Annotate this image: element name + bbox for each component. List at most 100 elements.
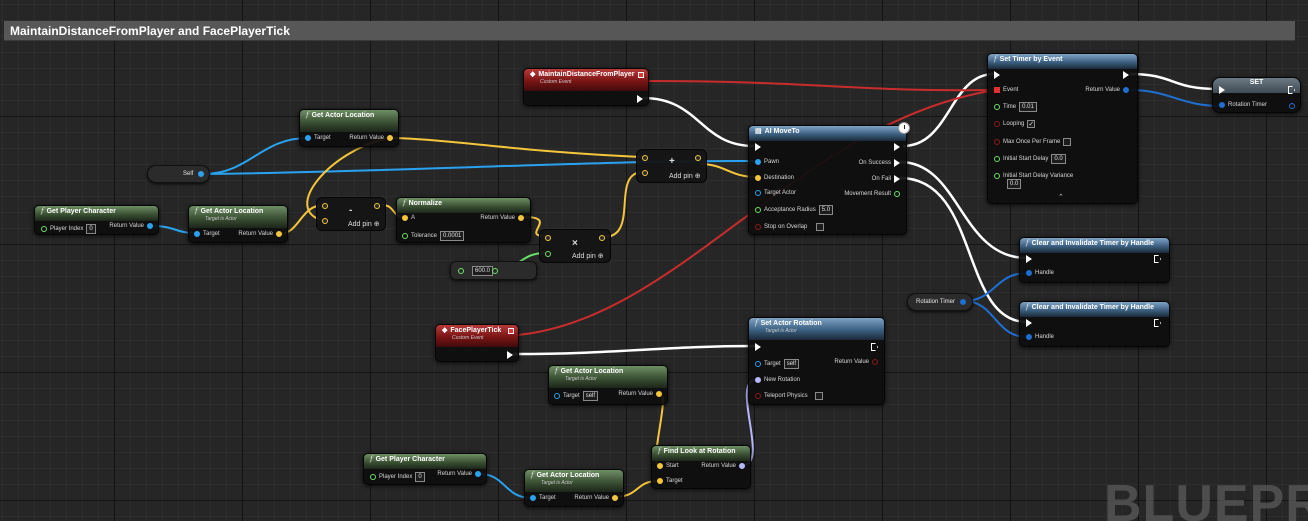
output-pin[interactable] bbox=[695, 155, 701, 161]
handle-pin[interactable] bbox=[1026, 270, 1032, 276]
delegate-pin[interactable] bbox=[508, 328, 514, 334]
float-literal-node[interactable]: 600.0 bbox=[450, 261, 537, 280]
target-actor-pin[interactable] bbox=[755, 190, 761, 196]
a-pin[interactable] bbox=[402, 215, 408, 221]
rotation-timer-variable-node[interactable]: Rotation Timer bbox=[907, 293, 973, 311]
teleport-physics-checkbox[interactable] bbox=[814, 392, 823, 400]
get-player-character-node[interactable]: f Get Player Character Player Index 0 Retu… bbox=[34, 205, 159, 235]
rotation-timer-output-pin[interactable] bbox=[960, 299, 966, 305]
acceptance-radius-field[interactable]: 5.0 bbox=[818, 205, 834, 215]
tolerance-pin[interactable] bbox=[402, 233, 408, 239]
self-output-pin[interactable] bbox=[198, 171, 204, 177]
initial-variance-pin[interactable] bbox=[994, 173, 1000, 179]
return-value-pin[interactable] bbox=[1123, 87, 1129, 93]
target-pin[interactable] bbox=[755, 361, 761, 367]
return-value-pin[interactable] bbox=[276, 231, 282, 237]
return-value-pin[interactable] bbox=[475, 471, 481, 477]
looping-checkbox[interactable]: ✓ bbox=[1027, 120, 1036, 128]
target-pin[interactable] bbox=[657, 478, 663, 484]
player-index-pin[interactable] bbox=[41, 226, 47, 232]
get-actor-location-node[interactable]: f Get Actor Location Target is Actor Targe… bbox=[524, 469, 624, 507]
normalize-node[interactable]: f Normalize A Tolerance 0.0001 Return Valu… bbox=[396, 197, 531, 243]
self-node[interactable]: Self bbox=[147, 165, 210, 183]
exec-input-pin[interactable] bbox=[994, 71, 1000, 79]
clear-invalidate-timer-node[interactable]: f Clear and Invalidate Timer by Handle Ha… bbox=[1019, 237, 1170, 283]
stop-on-overlap-pin[interactable] bbox=[755, 224, 761, 230]
target-pin[interactable] bbox=[194, 231, 200, 237]
comment-box-header[interactable]: MaintainDistanceFromPlayer and FacePlaye… bbox=[4, 21, 1295, 41]
return-value-pin[interactable] bbox=[518, 215, 524, 221]
input-a-pin[interactable] bbox=[545, 235, 551, 241]
exec-output-pin[interactable] bbox=[894, 143, 900, 151]
time-pin[interactable] bbox=[994, 104, 1000, 110]
custom-event-faceplayer-node[interactable]: ◆ FacePlayerTick Custom Event bbox=[435, 324, 519, 362]
input-b-pin[interactable] bbox=[322, 218, 328, 224]
return-value-pin[interactable] bbox=[656, 391, 662, 397]
player-index-pin[interactable] bbox=[370, 474, 376, 480]
target-pin[interactable] bbox=[530, 495, 536, 501]
set-actor-rotation-node[interactable]: f Set Actor Rotation Target is Actor Targe… bbox=[748, 317, 885, 405]
get-actor-location-node[interactable]: f Get Actor Location Target is Actor Targe… bbox=[188, 205, 288, 243]
input-b-pin[interactable] bbox=[642, 170, 648, 176]
exec-output-pin[interactable] bbox=[871, 343, 878, 351]
output-pin[interactable] bbox=[374, 203, 380, 209]
player-index-field[interactable]: 0 bbox=[86, 224, 96, 234]
float-value-field[interactable]: 600.0 bbox=[472, 266, 494, 276]
max-once-checkbox[interactable] bbox=[1063, 138, 1072, 146]
exec-input-pin[interactable] bbox=[1219, 86, 1225, 94]
acceptance-radius-pin[interactable] bbox=[755, 207, 761, 213]
multiply-node[interactable]: × Add pin ⊕ bbox=[539, 229, 611, 263]
custom-event-maintain-node[interactable]: ◆ MaintainDistanceFromPlayer Custom Event bbox=[523, 68, 649, 106]
teleport-physics-pin[interactable] bbox=[755, 393, 761, 399]
pawn-pin[interactable] bbox=[755, 159, 761, 165]
handle-pin[interactable] bbox=[1026, 334, 1032, 340]
player-index-field[interactable]: 0 bbox=[415, 472, 425, 482]
get-player-character-node[interactable]: f Get Player Character Player Index 0 Retu… bbox=[363, 453, 487, 485]
return-value-pin[interactable] bbox=[872, 359, 878, 365]
find-look-at-rotation-node[interactable]: f Find Look at Rotation Start Target Retu… bbox=[651, 445, 751, 489]
return-value-pin[interactable] bbox=[739, 463, 745, 469]
destination-pin[interactable] bbox=[755, 175, 761, 181]
exec-input-pin[interactable] bbox=[1026, 319, 1032, 327]
exec-output-pin[interactable] bbox=[507, 351, 513, 359]
set-variable-node[interactable]: SET Rotation Timer bbox=[1212, 77, 1301, 113]
ai-moveto-node[interactable]: ▤ AI MoveTo Pawn Destination Target Actor… bbox=[748, 122, 910, 235]
get-actor-location-node[interactable]: f Get Actor Location Target is Actor Targe… bbox=[548, 365, 668, 405]
input-a-pin[interactable] bbox=[322, 203, 328, 209]
set-timer-by-event-node[interactable]: f Set Timer by Event Event Time 0.01 Loopi… bbox=[987, 53, 1138, 204]
return-value-pin[interactable] bbox=[387, 135, 393, 141]
output-pin[interactable] bbox=[599, 235, 605, 241]
event-delegate-pin[interactable] bbox=[994, 87, 1000, 93]
return-value-pin[interactable] bbox=[612, 495, 618, 501]
looping-pin[interactable] bbox=[994, 121, 1000, 127]
initial-start-delay-pin[interactable] bbox=[994, 156, 1000, 162]
float-output-pin[interactable] bbox=[492, 268, 498, 274]
exec-output-pin[interactable] bbox=[637, 95, 643, 103]
add-pin-button[interactable]: Add pin ⊕ bbox=[669, 172, 701, 180]
max-once-pin[interactable] bbox=[994, 139, 1000, 145]
initial-variance-field[interactable]: 0.0 bbox=[1007, 179, 1022, 189]
time-field[interactable]: 0.01 bbox=[1019, 102, 1037, 112]
add-pin-button[interactable]: Add pin ⊕ bbox=[348, 220, 380, 228]
return-value-pin[interactable] bbox=[147, 223, 153, 229]
tolerance-field[interactable]: 0.0001 bbox=[440, 231, 465, 241]
collapse-arrow-icon[interactable]: ⌃ bbox=[1058, 193, 1064, 201]
new-rotation-pin[interactable] bbox=[755, 377, 761, 383]
input-a-pin[interactable] bbox=[642, 155, 648, 161]
exec-input-pin[interactable] bbox=[755, 143, 761, 151]
add-node[interactable]: + Add pin ⊕ bbox=[636, 149, 707, 183]
on-success-pin[interactable] bbox=[894, 159, 900, 167]
start-pin[interactable] bbox=[657, 463, 663, 469]
exec-output-pin[interactable] bbox=[1154, 255, 1161, 263]
delegate-pin[interactable] bbox=[638, 72, 644, 78]
exec-output-pin[interactable] bbox=[1123, 71, 1129, 79]
get-actor-location-node[interactable]: f Get Actor Location Target Return Value bbox=[299, 109, 399, 147]
target-field[interactable]: self bbox=[783, 359, 800, 369]
exec-input-pin[interactable] bbox=[755, 343, 761, 351]
rotation-timer-pin[interactable] bbox=[1219, 102, 1225, 108]
target-field[interactable]: self bbox=[582, 391, 599, 401]
initial-start-delay-field[interactable]: 0.0 bbox=[1051, 154, 1066, 164]
add-pin-button[interactable]: Add pin ⊕ bbox=[572, 252, 604, 260]
target-pin[interactable] bbox=[305, 135, 311, 141]
on-fail-pin[interactable] bbox=[894, 175, 900, 183]
